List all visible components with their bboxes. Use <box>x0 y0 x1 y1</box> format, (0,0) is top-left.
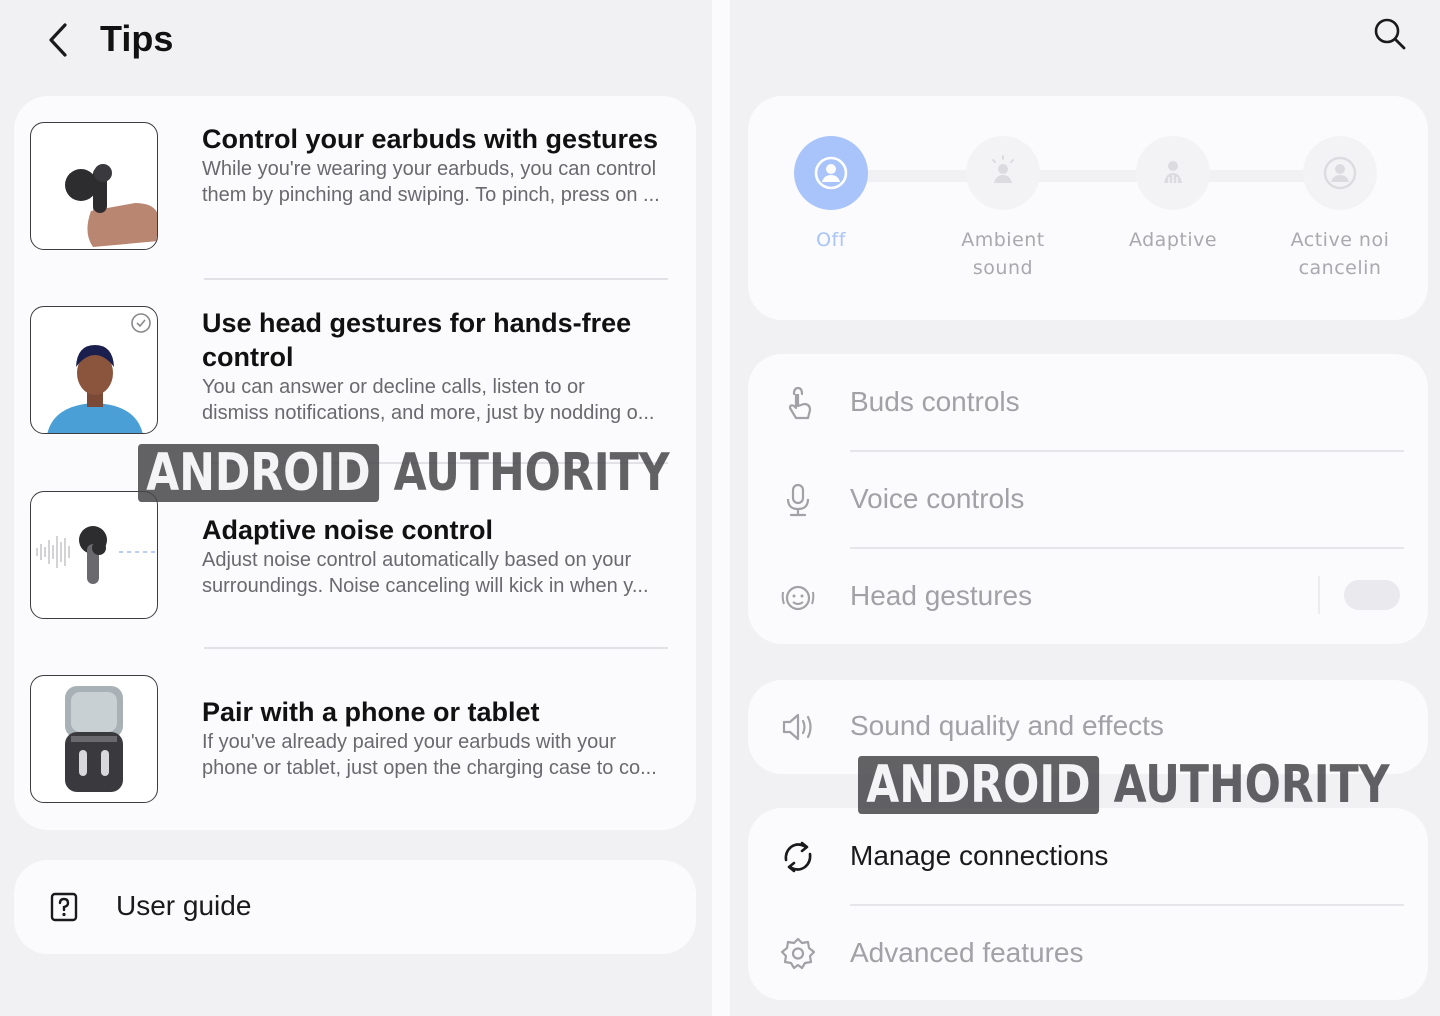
tip-title: Control your earbuds with gestures <box>202 124 659 154</box>
head-gestures-label: Head gestures <box>850 580 1033 611</box>
person-illustration <box>47 313 151 433</box>
tip-description: While you're wearing your earbuds, you c… <box>202 158 657 180</box>
tip-item-head-gestures[interactable]: Use head gestures for hands-free control… <box>30 306 680 436</box>
tip-thumbnail-gestures <box>30 122 158 250</box>
tip-title-line2: control <box>202 342 294 372</box>
active-noise-canceling-button <box>1303 136 1377 210</box>
noise-option-label: Ambient <box>961 229 1045 251</box>
settings-panel: Off Ambient sound Adaptive Active noi ca… <box>730 0 1440 1016</box>
noise-option-adaptive[interactable]: Adaptive <box>1098 136 1248 254</box>
noise-canceling-icon <box>1323 156 1357 190</box>
ambient-sound-button <box>966 136 1040 210</box>
watermark-box: ANDROID <box>138 444 379 502</box>
search-button[interactable] <box>1370 14 1410 54</box>
watermark: ANDROID AUTHORITY <box>858 756 1390 814</box>
toggle-divider <box>1318 576 1320 614</box>
user-guide-label: User guide <box>116 890 252 921</box>
advanced-features-label: Advanced features <box>850 937 1084 968</box>
advanced-features-row[interactable]: Advanced features <box>748 905 1428 1002</box>
tip-item-adaptive[interactable]: Adaptive noise control Adjust noise cont… <box>30 491 680 621</box>
person-icon <box>814 156 848 190</box>
tip-description: them by pinching and swiping. To pinch, … <box>202 184 660 206</box>
watermark-text: AUTHORITY <box>393 443 670 503</box>
tip-description: phone or tablet, just open the charging … <box>202 757 657 779</box>
hand-earbud-illustration <box>65 164 157 247</box>
manage-connections-row[interactable]: Manage connections <box>748 808 1428 905</box>
watermark: ANDROID AUTHORITY <box>138 444 670 502</box>
tip-item-gestures[interactable]: Control your earbuds with gestures While… <box>30 122 680 252</box>
tip-thumbnail-head <box>30 306 158 434</box>
noise-control-track <box>830 170 1346 182</box>
gear-icon <box>780 937 816 970</box>
tip-thumbnail-pair <box>30 675 158 803</box>
noise-option-off[interactable]: Off <box>756 136 906 254</box>
adaptive-icon <box>1164 161 1182 183</box>
user-guide-button[interactable]: User guide <box>14 860 696 954</box>
charging-case-illustration <box>65 686 123 792</box>
sync-icon <box>784 841 812 873</box>
noise-option-anc[interactable]: Active noi cancelin <box>1270 136 1410 282</box>
connections-card: Manage connections Advanced features <box>748 808 1428 1000</box>
tips-panel: Tips Control your earbuds with gestures … <box>0 0 712 1016</box>
chevron-left-icon <box>49 23 67 57</box>
head-gesture-icon <box>781 585 815 611</box>
noise-off-button <box>794 136 868 210</box>
divider <box>204 278 668 280</box>
noise-option-label: Active noi <box>1290 229 1390 251</box>
noise-option-label: Adaptive <box>1128 229 1218 251</box>
tip-description: dismiss notifications, and more, just by… <box>202 402 655 424</box>
head-gestures-row[interactable]: Head gestures <box>748 548 1428 645</box>
controls-card: Buds controls Voice controls Head gestur… <box>748 354 1428 644</box>
divider <box>204 647 668 649</box>
sound-quality-label: Sound quality and effects <box>850 710 1164 741</box>
help-icon <box>50 892 78 922</box>
manage-connections-label: Manage connections <box>850 840 1109 871</box>
tip-title: Use head gestures for hands-free <box>202 308 632 338</box>
back-button[interactable] <box>38 18 78 62</box>
buds-controls-row[interactable]: Buds controls <box>748 354 1428 451</box>
noise-option-label: Off <box>816 229 846 251</box>
head-gestures-toggle[interactable] <box>1344 580 1400 610</box>
watermark-text: AUTHORITY <box>1113 755 1390 815</box>
touch-gesture-icon <box>788 386 812 420</box>
tip-item-pair[interactable]: Pair with a phone or tablet If you've al… <box>30 675 680 805</box>
earbud-soundwave-illustration <box>36 526 155 584</box>
microphone-icon <box>786 483 810 517</box>
voice-controls-label: Voice controls <box>850 483 1025 514</box>
speaker-icon <box>782 713 812 741</box>
panel-divider <box>712 0 730 1016</box>
tip-title: Adaptive noise control <box>202 515 494 545</box>
voice-controls-row[interactable]: Voice controls <box>748 451 1428 548</box>
noise-option-label-line2: sound <box>972 257 1034 279</box>
watermark-box: ANDROID <box>858 756 1099 814</box>
tip-description: surroundings. Noise canceling will kick … <box>202 575 649 597</box>
ambient-sound-icon <box>992 155 1014 183</box>
search-icon <box>1374 18 1406 50</box>
noise-option-label-line2: cancelin <box>1298 257 1382 279</box>
tip-description: If you've already paired your earbuds wi… <box>202 731 617 753</box>
noise-control-card: Off Ambient sound Adaptive Active noi ca… <box>748 96 1428 320</box>
tip-description: Adjust noise control automatically based… <box>202 549 632 571</box>
page-title: Tips <box>100 18 174 59</box>
noise-option-ambient[interactable]: Ambient sound <box>928 136 1078 282</box>
tip-thumbnail-adaptive <box>30 491 158 619</box>
tips-header: Tips <box>0 0 712 90</box>
tip-description: You can answer or decline calls, listen … <box>202 376 585 398</box>
adaptive-button <box>1136 136 1210 210</box>
buds-controls-label: Buds controls <box>850 386 1020 417</box>
tip-title: Pair with a phone or tablet <box>202 697 540 727</box>
